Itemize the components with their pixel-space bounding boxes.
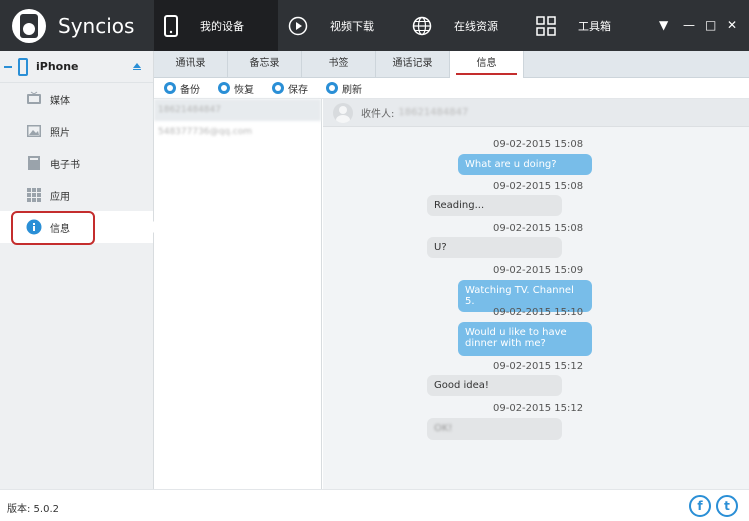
sidebar-item-label: 电子书 (50, 159, 80, 171)
nav-video-download-label: 视频下载 (330, 19, 374, 33)
twitter-icon[interactable]: t (716, 495, 738, 517)
message-timestamp: 09-02-2015 15:09 (493, 265, 584, 276)
refresh-button[interactable]: 刷新 (326, 81, 362, 96)
top-bar: Syncios 我的设备 视频下载 在线资源 工具箱 ▼ — □ ✕ (0, 0, 749, 51)
save-icon (272, 82, 284, 94)
globe-icon (412, 16, 432, 35)
avatar (333, 102, 353, 123)
message-timestamp: 09-02-2015 15:08 (493, 181, 584, 192)
save-button[interactable]: 保存 (272, 81, 308, 96)
toolbar: 备份 恢复 保存 刷新 (154, 78, 749, 99)
tab-bar: 通讯录 备忘录 书签 通话记录 信息 (154, 51, 749, 78)
iphone-icon (18, 57, 28, 76)
message-timestamp: 09-02-2015 15:08 (493, 223, 584, 234)
list-item[interactable]: 548377736@qq.com (154, 121, 321, 143)
sidebar-item-photos[interactable]: 照片 (0, 115, 153, 147)
facebook-icon[interactable]: f (689, 495, 711, 517)
tv-icon (27, 91, 41, 104)
phone-icon (164, 14, 178, 37)
tab-bookmarks[interactable]: 书签 (302, 51, 376, 77)
backup-icon (164, 82, 176, 94)
apps-icon (27, 188, 41, 202)
save-label: 保存 (288, 84, 308, 96)
refresh-icon (326, 82, 338, 94)
menu-dropdown-icon[interactable]: ▼ (659, 18, 668, 32)
nav-toolbox[interactable]: 工具箱 (526, 0, 650, 51)
minimize-button[interactable]: — (683, 18, 695, 32)
tab-messages[interactable]: 信息 (450, 51, 524, 78)
eject-icon[interactable] (133, 63, 141, 70)
book-icon (28, 156, 40, 170)
close-button[interactable]: ✕ (727, 18, 737, 32)
collapse-icon[interactable] (4, 65, 12, 68)
device-name: iPhone (36, 60, 79, 73)
nav-my-device[interactable]: 我的设备 (154, 0, 278, 51)
sidebar-item-apps[interactable]: 应用 (0, 179, 153, 211)
version-label: 版本: 5.0.2 (7, 504, 59, 515)
syncios-window: Syncios 我的设备 视频下载 在线资源 工具箱 ▼ — □ ✕ iPhon… (0, 0, 749, 521)
message-bubble-sent: What are u doing? (458, 154, 592, 175)
photo-icon (27, 125, 41, 137)
refresh-label: 刷新 (342, 84, 362, 96)
message-timestamp: 09-02-2015 15:12 (493, 361, 584, 372)
brand: Syncios (0, 0, 154, 51)
tab-notes[interactable]: 备忘录 (228, 51, 302, 77)
sidebar-item-label: 应用 (50, 191, 70, 203)
nav-online-resources-label: 在线资源 (454, 19, 498, 33)
backup-label: 备份 (180, 84, 200, 96)
play-icon (288, 16, 308, 35)
maximize-button[interactable]: □ (705, 18, 716, 32)
thread-header: 收件人: 18621484847 (323, 99, 749, 127)
message-timestamp: 09-02-2015 15:10 (493, 307, 584, 318)
restore-icon (218, 82, 230, 94)
message-thread: 收件人: 18621484847 09-02-2015 15:08 What a… (323, 99, 749, 489)
message-text: OK! (434, 423, 453, 434)
tab-call-history[interactable]: 通话记录 (376, 51, 450, 77)
message-bubble-received: Reading... (427, 195, 562, 216)
selection-highlight (11, 211, 95, 245)
message-bubble-received: U? (427, 237, 562, 258)
message-bubble-received: Good idea! (427, 375, 562, 396)
app-name: Syncios (58, 13, 135, 38)
backup-button[interactable]: 备份 (164, 81, 200, 96)
grid-icon (536, 15, 556, 36)
recipient-value: 18621484847 (398, 107, 469, 118)
status-bar: 版本: 5.0.2 f t (0, 489, 749, 521)
nav-my-device-label: 我的设备 (200, 19, 244, 33)
message-timestamp: 09-02-2015 15:08 (493, 139, 584, 150)
sidebar-item-label: 媒体 (50, 95, 70, 107)
restore-label: 恢复 (234, 84, 254, 96)
main-content: 通讯录 备忘录 书签 通话记录 信息 备份 恢复 保存 刷新 186214848… (154, 51, 749, 489)
list-item[interactable]: 18621484847 (154, 99, 321, 121)
syncios-logo (12, 8, 46, 43)
sidebar-item-label: 照片 (50, 127, 70, 139)
message-timestamp: 09-02-2015 15:12 (493, 403, 584, 414)
nav-toolbox-label: 工具箱 (578, 19, 611, 33)
nav-online-resources[interactable]: 在线资源 (402, 0, 526, 51)
device-row[interactable]: iPhone (0, 51, 153, 83)
sidebar-item-media[interactable]: 媒体 (0, 83, 153, 115)
recipient-label: 收件人: (361, 109, 395, 120)
sidebar: iPhone 媒体 照片 电子书 应用 信息 (0, 51, 154, 489)
conversation-list: 18621484847 548377736@qq.com (154, 99, 322, 489)
sidebar-item-ebooks[interactable]: 电子书 (0, 147, 153, 179)
restore-button[interactable]: 恢复 (218, 81, 254, 96)
message-bubble-sent: Would u like to have dinner with me? (458, 322, 592, 356)
nav-video-download[interactable]: 视频下载 (278, 0, 402, 51)
tab-contacts[interactable]: 通讯录 (154, 51, 228, 77)
message-bubble-received: OK! (427, 418, 562, 440)
